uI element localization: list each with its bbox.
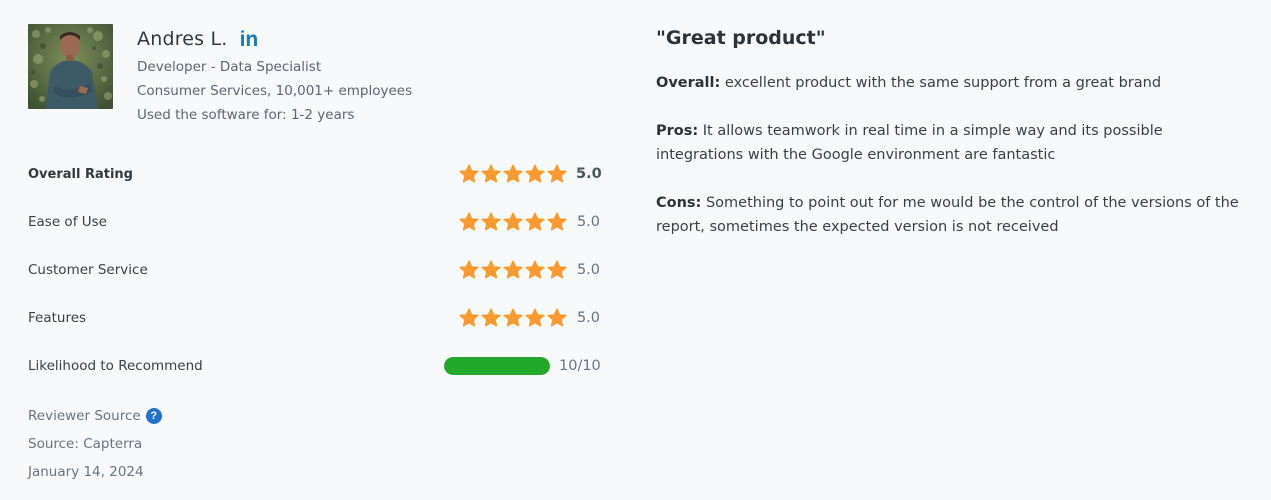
reviewer-info: Andres L. in Developer - Data Specialist… [137, 26, 412, 124]
star-rating [459, 164, 567, 184]
star-filled-icon [481, 260, 501, 279]
linkedin-icon[interactable]: in [240, 29, 259, 50]
reviewer-name: Andres L. [137, 28, 228, 50]
reviewer-profile: Andres L. in Developer - Data Specialist… [28, 24, 600, 124]
star-filled-icon [547, 260, 567, 279]
star-filled-icon [481, 212, 501, 231]
recommend-value: 10/10 [444, 357, 601, 375]
question-circle-icon[interactable]: ? [145, 408, 162, 424]
review-source-section: Reviewer Source ? Source: Capterra Janua… [28, 407, 162, 491]
star-filled-icon [547, 308, 567, 327]
star-filled-icon [525, 260, 545, 279]
reviewer-avatar [28, 24, 113, 109]
rating-label: Customer Service [28, 262, 148, 278]
reviewer-company-info: Consumer Services, 10,001+ employees [137, 83, 413, 99]
star-rating [459, 308, 567, 328]
recommend-score: 10/10 [559, 358, 601, 374]
reviewer-panel: Andres L. in Developer - Data Specialist… [28, 24, 602, 480]
rating-row-features: Features 5.0 [28, 294, 600, 342]
review-pros-label: Pros: [656, 123, 699, 139]
reviewer-job-title: Developer - Data Specialist [137, 59, 322, 75]
recommend-progress-bar [444, 357, 550, 375]
star-filled-icon [481, 308, 501, 327]
star-filled-icon [503, 212, 523, 231]
review-title: "Great product" [656, 27, 826, 49]
review-date: January 14, 2024 [28, 464, 144, 480]
rating-label: Features [28, 310, 87, 326]
rating-score: 5.0 [576, 262, 600, 278]
review-cons: Cons: Something to point out for me woul… [656, 191, 1246, 239]
star-filled-icon [547, 212, 567, 231]
review-pros: Pros: It allows teamwork in real time in… [656, 119, 1246, 167]
avatar-photo-icon [28, 24, 113, 109]
rating-value: 5.0 [459, 260, 600, 280]
reviewer-usage-duration: Used the software for: 1-2 years [137, 107, 355, 123]
rating-value: 5.0 [459, 212, 600, 232]
star-filled-icon [525, 212, 545, 231]
rating-score: 5.0 [576, 310, 600, 326]
rating-row-ease-of-use: Ease of Use 5.0 [28, 198, 600, 246]
rating-label: Likelihood to Recommend [28, 358, 203, 374]
star-rating [459, 260, 567, 280]
rating-score: 5.0 [576, 214, 600, 230]
star-filled-icon [503, 260, 523, 279]
review-overall: Overall: excellent product with the same… [656, 71, 1246, 95]
star-filled-icon [503, 308, 523, 327]
rating-row-recommend: Likelihood to Recommend 10/10 [28, 342, 601, 390]
rating-row-customer-service: Customer Service 5.0 [28, 246, 600, 294]
star-filled-icon [547, 164, 567, 183]
reviewer-source-label: Reviewer Source [28, 408, 141, 424]
star-filled-icon [459, 308, 479, 327]
star-filled-icon [481, 164, 501, 183]
source-text: Source: Capterra [28, 436, 143, 452]
star-filled-icon [525, 164, 545, 183]
review-cons-text: Something to point out for me would be t… [656, 195, 1239, 235]
recommend-progress-fill [444, 357, 550, 375]
review-overall-label: Overall: [656, 75, 721, 91]
rating-row-overall: Overall Rating 5.0 [28, 150, 602, 198]
star-filled-icon [459, 260, 479, 279]
rating-label: Ease of Use [28, 214, 107, 230]
star-rating [459, 212, 567, 232]
review-cons-label: Cons: [656, 195, 702, 211]
ratings-section: Overall Rating 5.0 Ease of Use 5.0 Custo… [28, 150, 602, 390]
star-filled-icon [525, 308, 545, 327]
rating-value: 5.0 [459, 308, 600, 328]
review-overall-text: excellent product with the same support … [720, 75, 1162, 91]
reviewer-source-row: Reviewer Source ? [28, 407, 162, 425]
review-pros-text: It allows teamwork in real time in a sim… [656, 123, 1163, 163]
reviewer-name-row: Andres L. in [137, 26, 412, 52]
review-content: "Great product" Overall: excellent produ… [656, 26, 1246, 263]
star-filled-icon [459, 212, 479, 231]
star-filled-icon [503, 164, 523, 183]
rating-value: 5.0 [459, 164, 602, 184]
star-filled-icon [459, 164, 479, 183]
rating-label: Overall Rating [28, 166, 133, 182]
rating-score: 5.0 [576, 166, 602, 182]
